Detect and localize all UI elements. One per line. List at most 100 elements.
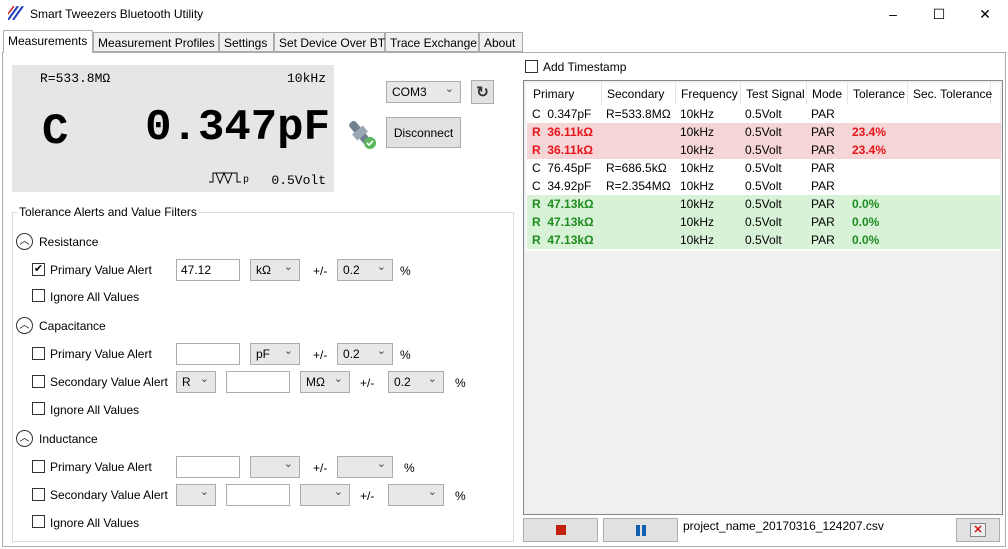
- display-circuit-suffix: p: [243, 175, 250, 186]
- table-row[interactable]: C 76.45pF R=686.5kΩ 10kHz 0.5Volt PAR: [527, 159, 1001, 177]
- table-row[interactable]: R 47.13kΩ 10kHz 0.5Volt PAR 0.0%: [527, 213, 1001, 231]
- capacitance-primary-alert-checkbox[interactable]: [32, 347, 45, 360]
- collapse-resistance-icon[interactable]: ︿: [16, 233, 33, 250]
- cell-primary: R 36.11kΩ: [532, 125, 593, 139]
- capacitance-primary-alert-label: Primary Value Alert: [50, 347, 152, 361]
- inductance-secondary-unit-select[interactable]: [300, 484, 350, 506]
- cell-tolerance: 23.4%: [852, 125, 887, 139]
- cell-frequency: 10kHz: [680, 125, 715, 139]
- resistance-ignore-checkbox[interactable]: [32, 289, 45, 302]
- cell-signal: 0.5Volt: [745, 197, 782, 211]
- inductance-secondary-tolerance-select[interactable]: [388, 484, 444, 506]
- cell-tolerance: 23.4%: [852, 143, 887, 157]
- stop-logging-button[interactable]: [523, 518, 598, 542]
- resistance-primary-alert-checkbox[interactable]: ✔: [32, 263, 45, 276]
- clear-log-button[interactable]: ✕: [956, 518, 1000, 542]
- tab-measurements[interactable]: Measurements: [3, 30, 93, 53]
- column-header[interactable]: Primary: [528, 83, 602, 105]
- percent-label: %: [455, 489, 466, 503]
- capacitance-secondary-type-select[interactable]: R: [176, 371, 216, 393]
- tab-measurement-profiles[interactable]: Measurement Profiles: [93, 32, 219, 52]
- clear-x-icon: ✕: [970, 523, 986, 537]
- com-port-select[interactable]: COM3: [386, 81, 461, 103]
- column-header[interactable]: Mode: [807, 83, 848, 105]
- inductance-secondary-type-select[interactable]: [176, 484, 216, 506]
- table-row[interactable]: C 34.92pF R=2.354MΩ 10kHz 0.5Volt PAR: [527, 177, 1001, 195]
- bluetooth-connected-plug-icon: [349, 120, 376, 149]
- cell-primary: C 76.45pF: [532, 161, 592, 175]
- capacitance-ignore-label: Ignore All Values: [50, 403, 140, 417]
- inductance-primary-value-input[interactable]: [176, 456, 240, 478]
- percent-label: %: [400, 264, 411, 278]
- inductance-secondary-value-input[interactable]: [226, 484, 290, 506]
- cell-signal: 0.5Volt: [745, 233, 782, 247]
- inductance-ignore-checkbox[interactable]: [32, 515, 45, 528]
- collapse-inductance-icon[interactable]: ︿: [16, 430, 33, 447]
- inductance-primary-unit-select[interactable]: [250, 456, 300, 478]
- stop-icon: [555, 525, 566, 535]
- capacitance-secondary-alert-checkbox[interactable]: [32, 375, 45, 388]
- display-test-signal: 0.5Volt: [271, 173, 326, 188]
- parallel-circuit-icon: [209, 171, 241, 185]
- table-row[interactable]: C 0.347pF R=533.8MΩ 10kHz 0.5Volt PAR: [527, 105, 1001, 123]
- tab-trace-exchange[interactable]: Trace Exchange: [385, 32, 479, 52]
- close-button[interactable]: ✕: [962, 0, 1008, 28]
- filters-group-title: Tolerance Alerts and Value Filters: [17, 205, 199, 219]
- tab-set-device-over-bt[interactable]: Set Device Over BT: [274, 32, 385, 52]
- column-header[interactable]: Test Signal: [741, 83, 807, 105]
- cell-frequency: 10kHz: [680, 197, 715, 211]
- plus-minus-label: +/-: [313, 461, 328, 475]
- cell-mode: PAR: [811, 215, 835, 229]
- minimize-button[interactable]: –: [870, 0, 916, 28]
- cell-secondary: R=2.354MΩ: [606, 179, 671, 193]
- column-header[interactable]: Sec. Tolerance: [908, 83, 992, 105]
- resistance-primary-unit-select[interactable]: kΩ: [250, 259, 300, 281]
- resistance-primary-tolerance-select[interactable]: 0.2: [337, 259, 393, 281]
- percent-label: %: [400, 348, 411, 362]
- cell-frequency: 10kHz: [680, 143, 715, 157]
- cell-mode: PAR: [811, 161, 835, 175]
- collapse-capacitance-icon[interactable]: ︿: [16, 317, 33, 334]
- column-header[interactable]: Secondary: [602, 83, 676, 105]
- display-mode-letter: C: [42, 107, 69, 157]
- measurement-display: R=533.8MΩ 10kHz C 0.347pF p 0.5Volt: [12, 65, 334, 192]
- maximize-button[interactable]: ☐: [916, 0, 962, 28]
- inductance-primary-alert-checkbox[interactable]: [32, 460, 45, 473]
- capacitance-primary-tolerance-select[interactable]: 0.2: [337, 343, 393, 365]
- tab-settings[interactable]: Settings: [219, 32, 274, 52]
- cell-secondary: R=533.8MΩ: [606, 107, 671, 121]
- capacitance-section-title: Capacitance: [39, 319, 106, 333]
- resistance-primary-value-input[interactable]: 47.12: [176, 259, 240, 281]
- capacitance-secondary-tolerance-select[interactable]: 0.2: [388, 371, 444, 393]
- column-header[interactable]: Tolerance: [848, 83, 908, 105]
- cell-mode: PAR: [811, 107, 835, 121]
- display-frequency: 10kHz: [286, 71, 326, 86]
- inductance-secondary-alert-checkbox[interactable]: [32, 488, 45, 501]
- cell-primary: R 36.11kΩ: [532, 143, 593, 157]
- capacitance-secondary-value-input[interactable]: [226, 371, 290, 393]
- cell-mode: PAR: [811, 179, 835, 193]
- cell-mode: PAR: [811, 125, 835, 139]
- inductance-primary-tolerance-select[interactable]: [337, 456, 393, 478]
- resistance-primary-alert-label: Primary Value Alert: [50, 263, 152, 277]
- plus-minus-label: +/-: [313, 264, 328, 278]
- capacitance-primary-value-input[interactable]: [176, 343, 240, 365]
- column-header[interactable]: Frequency: [676, 83, 741, 105]
- table-row[interactable]: R 47.13kΩ 10kHz 0.5Volt PAR 0.0%: [527, 231, 1001, 249]
- tab-about[interactable]: About: [479, 32, 523, 52]
- capacitance-primary-unit-select[interactable]: pF: [250, 343, 300, 365]
- cell-signal: 0.5Volt: [745, 161, 782, 175]
- pause-logging-button[interactable]: [603, 518, 678, 542]
- cell-signal: 0.5Volt: [745, 107, 782, 121]
- disconnect-button[interactable]: Disconnect: [386, 117, 461, 148]
- table-row[interactable]: R 47.13kΩ 10kHz 0.5Volt PAR 0.0%: [527, 195, 1001, 213]
- capacitance-secondary-unit-select[interactable]: MΩ: [300, 371, 350, 393]
- table-row[interactable]: R 36.11kΩ 10kHz 0.5Volt PAR 23.4%: [527, 141, 1001, 159]
- add-timestamp-checkbox[interactable]: [525, 60, 538, 73]
- cell-frequency: 10kHz: [680, 179, 715, 193]
- table-row[interactable]: R 36.11kΩ 10kHz 0.5Volt PAR 23.4%: [527, 123, 1001, 141]
- refresh-button[interactable]: ↻: [471, 80, 494, 104]
- inductance-primary-alert-label: Primary Value Alert: [50, 460, 152, 474]
- capacitance-ignore-checkbox[interactable]: [32, 402, 45, 415]
- cell-primary: R 47.13kΩ: [532, 197, 594, 211]
